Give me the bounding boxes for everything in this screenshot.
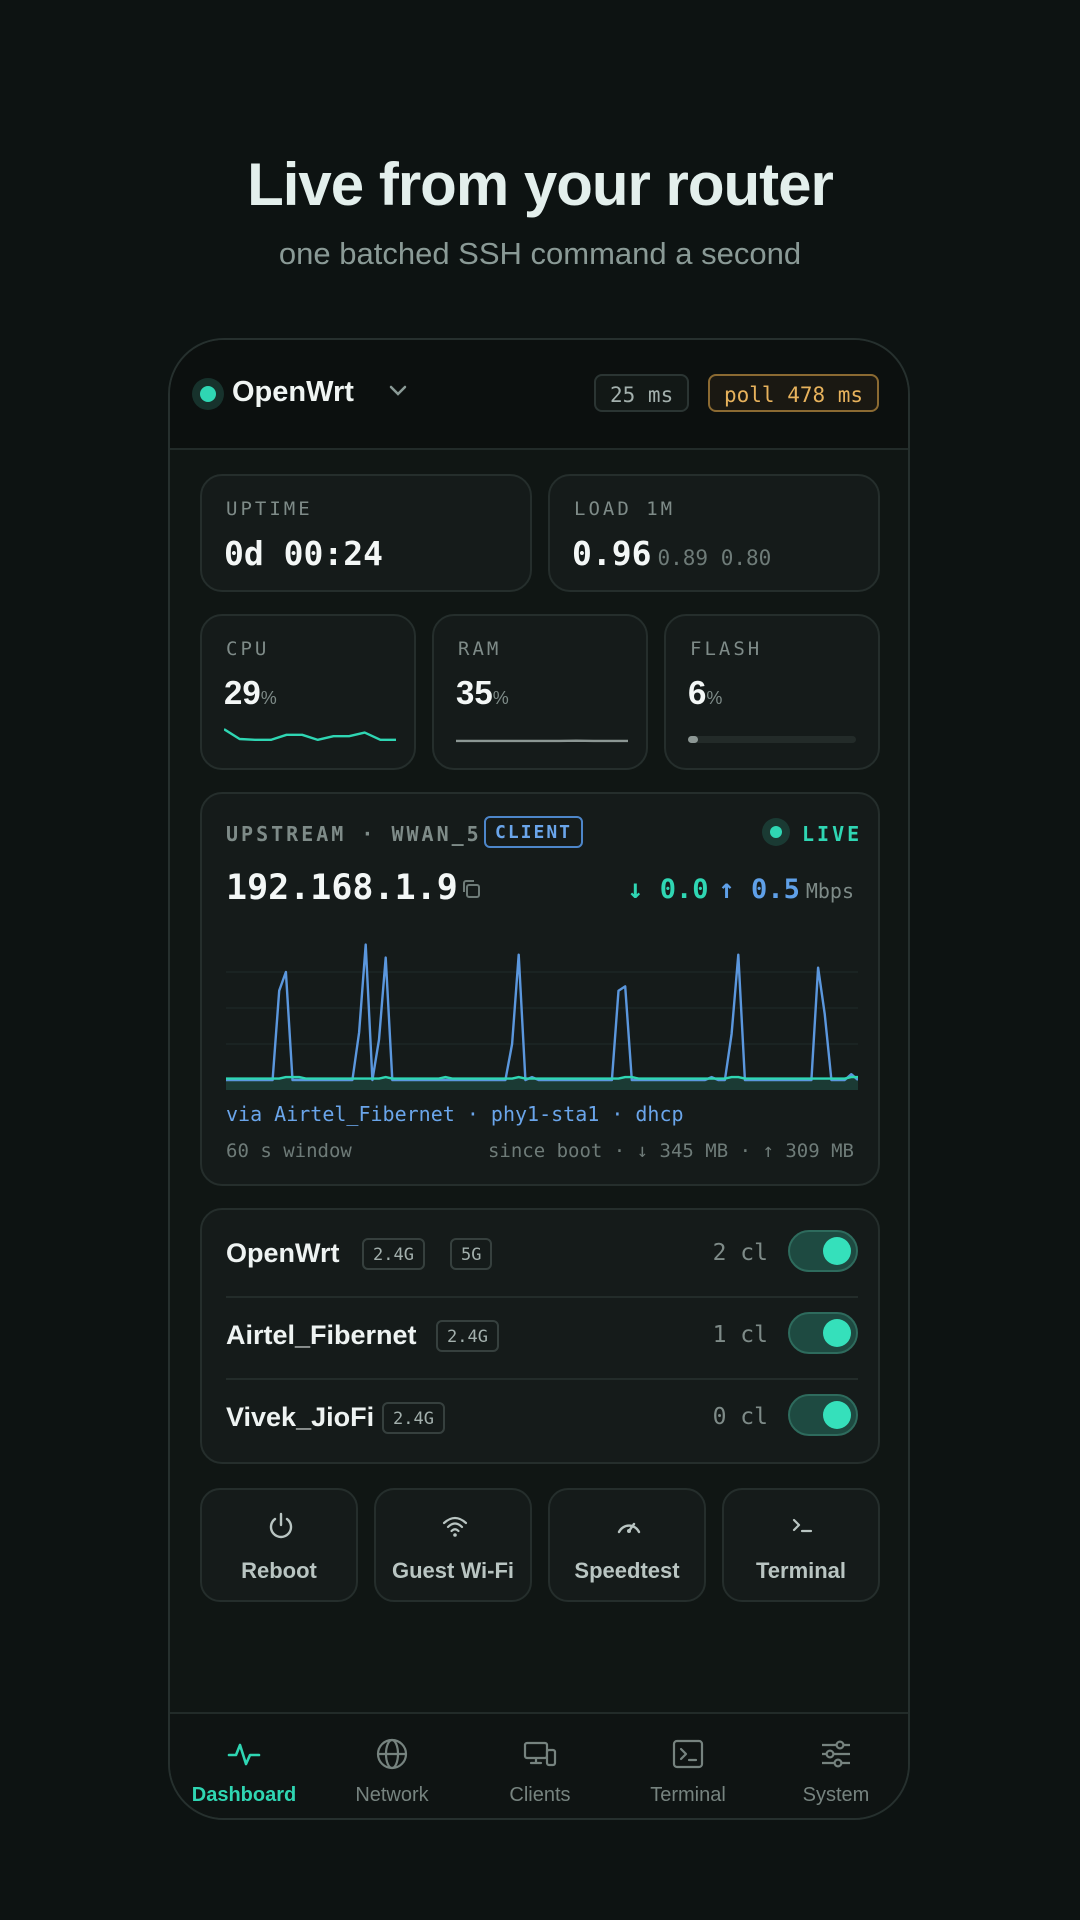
cpu-card: CPU 29% bbox=[200, 614, 416, 770]
ram-unit: % bbox=[492, 688, 509, 708]
bottom-nav: Dashboard Network Clients Terminal Syste… bbox=[170, 1712, 908, 1818]
cpu-unit: % bbox=[260, 688, 277, 708]
terminal-icon bbox=[672, 1739, 704, 1769]
flash-value: 6 bbox=[688, 674, 707, 711]
cpu-value-wrap: 29% bbox=[224, 674, 277, 712]
ram-sparkline bbox=[456, 739, 628, 743]
status-dot-icon bbox=[192, 378, 224, 410]
band-badge: 2.4G bbox=[382, 1402, 445, 1434]
ram-label: RAM bbox=[458, 638, 502, 660]
chevron-down-icon[interactable] bbox=[386, 378, 410, 402]
nav-dashboard[interactable]: Dashboard bbox=[170, 1714, 318, 1818]
ram-value-wrap: 35% bbox=[456, 674, 509, 712]
poll-badge: poll 478 ms bbox=[708, 374, 880, 412]
load-value: 0.96 bbox=[572, 534, 652, 573]
flash-bar-fill bbox=[688, 736, 699, 743]
download-series-line bbox=[226, 1075, 858, 1080]
flash-card: FLASH 6% bbox=[664, 614, 880, 770]
ram-value: 35 bbox=[456, 674, 493, 711]
globe-icon bbox=[376, 1738, 408, 1770]
ssid-label: OpenWrt bbox=[226, 1238, 340, 1268]
nav-clients[interactable]: Clients bbox=[466, 1714, 614, 1818]
flash-unit: % bbox=[706, 688, 723, 708]
client-count: 2 cl bbox=[712, 1240, 768, 1266]
load-label: LOAD 1M bbox=[574, 498, 676, 520]
ram-card: RAM 35% bbox=[432, 614, 648, 770]
throughput-rates: ↓ 0.0 ↑ 0.5 Mbps bbox=[627, 874, 854, 905]
wifi-toggle-openwrt[interactable] bbox=[788, 1230, 858, 1272]
reboot-label: Reboot bbox=[241, 1558, 317, 1583]
chart-window: 60 s window bbox=[226, 1140, 352, 1162]
load-secondary: 0.89 0.80 bbox=[657, 546, 772, 570]
nav-system-label: System bbox=[802, 1784, 870, 1806]
wifi-row-jiofi: Vivek_JioFi 2.4G 0 cl bbox=[226, 1378, 858, 1460]
uptime-card: UPTIME 0d 00:24 bbox=[200, 474, 532, 592]
gauge-icon bbox=[617, 1522, 641, 1534]
wifi-toggle-airtel[interactable] bbox=[788, 1312, 858, 1354]
devices-icon bbox=[523, 1741, 557, 1767]
guest-wifi-label: Guest Wi-Fi bbox=[391, 1558, 515, 1583]
terminal-action-label: Terminal bbox=[755, 1558, 847, 1583]
cpu-value: 29 bbox=[224, 674, 261, 711]
upload-rate: ↑ 0.5 bbox=[718, 874, 800, 905]
upload-series-line bbox=[226, 943, 858, 1082]
flash-bar-track bbox=[688, 736, 856, 743]
nav-system[interactable]: System bbox=[762, 1714, 908, 1818]
nav-clients-label: Clients bbox=[509, 1784, 571, 1806]
ssid-label: Airtel_Fibernet bbox=[226, 1320, 417, 1350]
phone-frame: OpenWrt 25 ms poll 478 ms UPTIME 0d 00:2… bbox=[168, 338, 910, 1820]
cpu-label: CPU bbox=[226, 638, 270, 660]
band-badge: 2.4G bbox=[436, 1320, 499, 1352]
download-rate: ↓ 0.0 bbox=[627, 874, 709, 905]
hero-title: Live from your router bbox=[247, 151, 834, 218]
since-boot-totals: since boot · ↓ 345 MB · ↑ 309 MB bbox=[487, 1140, 854, 1162]
band-badge: 5G bbox=[450, 1238, 493, 1270]
flash-value-wrap: 6% bbox=[688, 674, 722, 712]
reboot-button[interactable]: Reboot bbox=[200, 1488, 358, 1602]
nav-terminal-label: Terminal bbox=[650, 1784, 726, 1806]
wifi-toggle-jiofi[interactable] bbox=[788, 1394, 858, 1436]
client-count: 0 cl bbox=[712, 1404, 768, 1430]
copy-icon[interactable] bbox=[460, 878, 482, 900]
nav-network[interactable]: Network bbox=[318, 1714, 466, 1818]
guest-wifi-button[interactable]: Guest Wi-Fi bbox=[374, 1488, 532, 1602]
load-card: LOAD 1M 0.96 0.89 0.80 bbox=[548, 474, 880, 592]
speedtest-button[interactable]: Speedtest bbox=[548, 1488, 706, 1602]
uptime-label: UPTIME bbox=[226, 498, 313, 520]
upstream-ip: 192.168.1.9 bbox=[226, 868, 458, 908]
nav-network-label: Network bbox=[355, 1784, 429, 1806]
prompt-icon bbox=[792, 1518, 813, 1533]
cpu-sparkline-line bbox=[224, 728, 396, 742]
upstream-card: UPSTREAM · WWAN_5 CLIENT LIVE 192.168.1.… bbox=[200, 792, 880, 1186]
top-bar: OpenWrt 25 ms poll 478 ms bbox=[170, 340, 908, 450]
ssid-label: Vivek_JioFi bbox=[226, 1402, 375, 1432]
live-dot-icon bbox=[762, 818, 790, 846]
client-count: 1 cl bbox=[712, 1322, 768, 1348]
sliders-icon bbox=[822, 1740, 850, 1768]
router-selector-label[interactable]: OpenWrt bbox=[232, 376, 354, 409]
speedtest-label: Speedtest bbox=[574, 1558, 680, 1583]
flash-label: FLASH bbox=[690, 638, 763, 660]
power-icon bbox=[269, 1512, 293, 1539]
upstream-route: via Airtel_Fibernet · phy1-sta1 · dhcp bbox=[226, 1102, 684, 1126]
terminal-button[interactable]: Terminal bbox=[722, 1488, 880, 1602]
cpu-sparkline bbox=[224, 728, 396, 742]
wifi-row-openwrt: OpenWrt 2.4G 5G 2 cl bbox=[226, 1214, 858, 1296]
activity-icon bbox=[227, 1743, 261, 1766]
wifi-row-airtel: Airtel_Fibernet 2.4G 1 cl bbox=[226, 1296, 858, 1378]
rate-unit: Mbps bbox=[805, 879, 854, 903]
latency-badge: 25 ms bbox=[594, 374, 690, 412]
nav-terminal[interactable]: Terminal bbox=[614, 1714, 762, 1818]
wifi-card: OpenWrt 2.4G 5G 2 cl Airtel_Fibernet 2.4… bbox=[200, 1208, 880, 1464]
band-badge: 2.4G bbox=[362, 1238, 425, 1270]
uptime-value: 0d 00:24 bbox=[224, 534, 383, 573]
nav-dashboard-label: Dashboard bbox=[191, 1784, 297, 1806]
live-indicator: LIVE bbox=[802, 822, 863, 846]
wifi-icon bbox=[442, 1516, 468, 1537]
traffic-chart bbox=[226, 943, 858, 1090]
load-value-wrap: 0.96 0.89 0.80 bbox=[572, 534, 771, 573]
hero-subtitle: one batched SSH command a second bbox=[278, 236, 802, 271]
client-badge: CLIENT bbox=[484, 816, 584, 848]
upstream-label: UPSTREAM · WWAN_5 bbox=[226, 822, 482, 846]
